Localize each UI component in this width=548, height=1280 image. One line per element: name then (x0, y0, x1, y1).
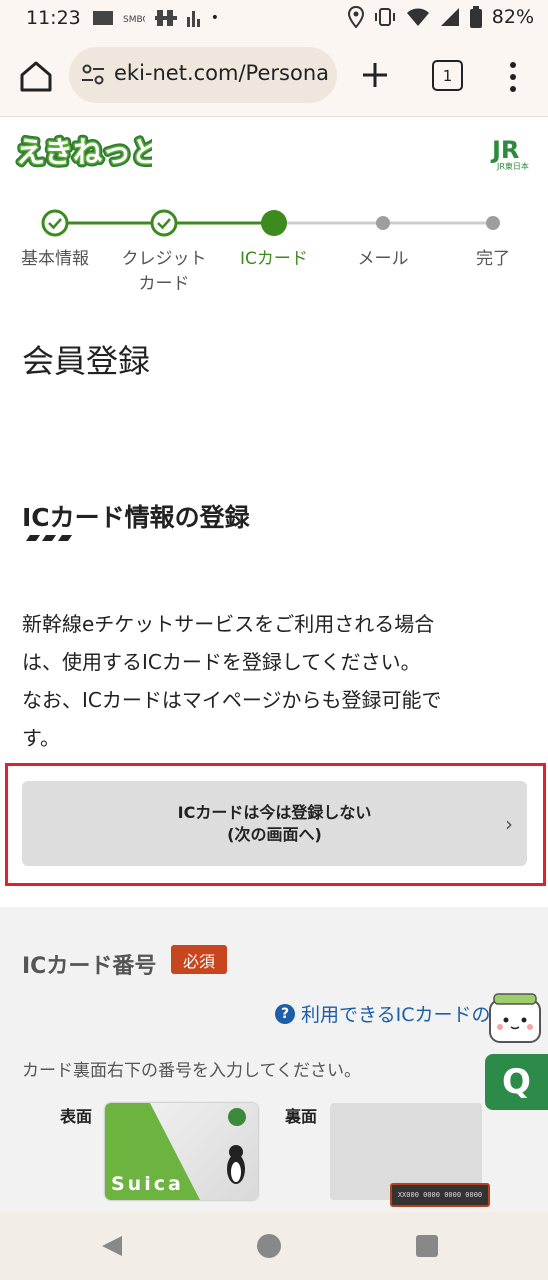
penguin-icon (227, 1145, 245, 1184)
battery-percent: 82% (491, 6, 534, 28)
tab-count: 1 (442, 66, 453, 85)
step-1-check-icon (41, 209, 69, 237)
card-number-sample: XX000 0000 0000 0000 (390, 1183, 490, 1207)
more-dot: • (210, 10, 220, 26)
title-underline-decoration (26, 535, 72, 541)
tab-switcher-button[interactable]: 1 (432, 60, 463, 91)
svg-text:えきねっと: えきねっと (16, 135, 152, 169)
description-line: す。 (22, 726, 60, 750)
help-link-text[interactable]: 利用できるICカードの (301, 1000, 491, 1027)
svg-text:JR: JR (490, 136, 519, 164)
usable-ic-cards-link[interactable]: ? 利用できるICカードの (275, 1000, 491, 1027)
skip-ic-card-button[interactable]: ICカードは今は登録しない (次の画面へ) › (22, 781, 527, 866)
more-menu-icon[interactable] (505, 60, 521, 94)
skip-button-sublabel: (次の画面へ) (227, 824, 322, 844)
status-time: 11:23 (26, 7, 81, 29)
wifi-icon (406, 8, 429, 26)
step-label-mail: メール (357, 249, 409, 269)
site-settings-icon[interactable] (81, 64, 105, 86)
address-bar[interactable]: eki-net.com/Persona (69, 47, 337, 103)
vibrate-icon (374, 8, 395, 26)
home-nav-icon[interactable] (257, 1234, 281, 1258)
step-label-ic-card: ICカード (240, 249, 308, 269)
browser-toolbar: eki-net.com/Persona 1 (0, 36, 548, 117)
step-4-dot (376, 216, 390, 230)
notification-icon (92, 11, 113, 25)
required-badge: 必須 (171, 945, 227, 974)
card-number-hint: カード裏面右下の番号を入力してください。 (22, 1061, 361, 1081)
description-line: は、使用するICカードを登録してください。 (22, 650, 421, 674)
home-icon[interactable] (18, 58, 54, 94)
ic-card-number-label: ICカード番号 (22, 954, 157, 979)
svg-text:Suica: Suica (111, 1173, 184, 1195)
chevron-right-icon: › (505, 812, 513, 836)
location-icon (347, 6, 364, 28)
new-tab-icon[interactable] (358, 58, 392, 92)
bank-icon: SMBC (123, 15, 145, 24)
card-back-label: 裏面 (285, 1107, 318, 1126)
faq-chat-button[interactable]: Q (485, 1054, 548, 1110)
status-bar: 11:23 SMBC • 82% (0, 0, 548, 36)
signal-icon (440, 8, 459, 26)
step-label-credit-card: クレジット カード (121, 249, 207, 294)
card-front-label: 表面 (60, 1107, 93, 1126)
help-icon: ? (275, 1003, 295, 1024)
step-5-dot (486, 216, 500, 230)
skip-button-label: ICカードは今は登録しない (177, 802, 372, 822)
suica-card-front-image: Suica (105, 1103, 258, 1200)
step-label-basic-info: 基本情報 (21, 249, 89, 269)
recent-apps-icon[interactable] (416, 1235, 438, 1257)
registration-progress: 基本情報 クレジット カード ICカード メール 完了 (0, 200, 548, 300)
ekinet-logo[interactable]: えきねっと えきねっと えきねっと (13, 131, 164, 173)
page-title: 会員登録 (22, 342, 151, 380)
svg-text:SMBC: SMBC (123, 15, 145, 24)
svg-text:JR東日本: JR東日本 (496, 161, 529, 171)
jr-east-logo: JR JR東日本 (488, 134, 536, 172)
description: 新幹線eチケットサービスをご利用される場合 は、使用するICカードを登録してくだ… (22, 605, 522, 757)
description-line: なお、ICカードはマイページからも登録可能で (22, 688, 442, 712)
grid-app-icon (154, 10, 177, 26)
url-text[interactable]: eki-net.com/Persona (114, 61, 329, 85)
section-title: ICカード情報の登録 (22, 503, 250, 532)
battery-icon (469, 6, 482, 28)
description-line: 新幹線eチケットサービスをご利用される場合 (22, 612, 435, 636)
system-icons: 82% (347, 6, 534, 28)
mascot-icon[interactable] (484, 990, 548, 1052)
step-3-current-dot (261, 210, 287, 236)
stats-icon (186, 11, 200, 27)
step-2-check-icon (150, 209, 178, 237)
back-icon[interactable] (100, 1234, 124, 1258)
step-label-complete: 完了 (476, 249, 510, 269)
notification-icons: SMBC • (92, 8, 220, 28)
